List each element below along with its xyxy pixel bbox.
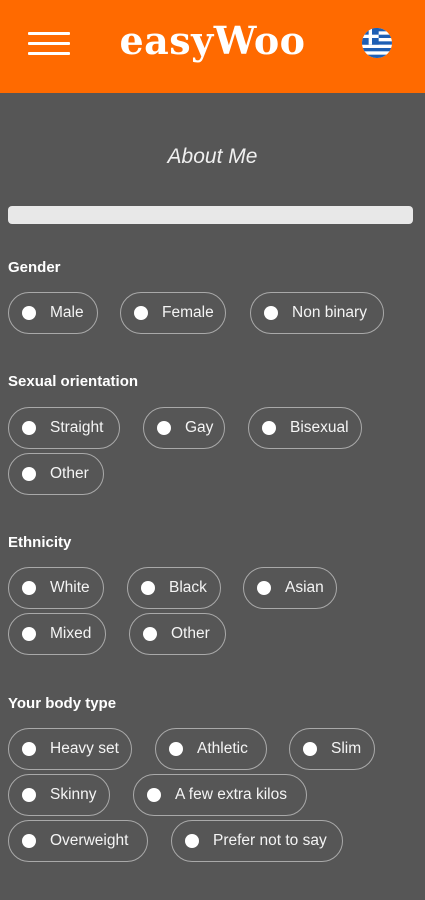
option-label: White	[50, 579, 90, 596]
radio-icon	[22, 742, 36, 756]
option-label: Non binary	[292, 304, 367, 321]
ethnicity-option-other[interactable]: Other	[129, 613, 226, 655]
option-label: Other	[50, 465, 89, 482]
option-label: Heavy set	[50, 740, 119, 757]
body-option-slim[interactable]: Slim	[289, 728, 375, 770]
radio-icon	[262, 421, 276, 435]
orientation-option-straight[interactable]: Straight	[8, 407, 120, 449]
gender-option-male[interactable]: Male	[8, 292, 98, 334]
option-label: Overweight	[50, 832, 129, 849]
radio-icon	[143, 627, 157, 641]
body-option-athletic[interactable]: Athletic	[155, 728, 267, 770]
option-label: A few extra kilos	[175, 786, 287, 803]
body-option-prefer-not-to-say[interactable]: Prefer not to say	[171, 820, 343, 862]
orientation-option-bisexual[interactable]: Bisexual	[248, 407, 362, 449]
radio-icon	[264, 306, 278, 320]
option-label: Slim	[331, 740, 362, 757]
option-label: Mixed	[50, 625, 92, 642]
radio-icon	[22, 421, 36, 435]
radio-icon	[134, 306, 148, 320]
ethnicity-label: Ethnicity	[8, 534, 72, 551]
ethnicity-option-mixed[interactable]: Mixed	[8, 613, 106, 655]
option-label: Gay	[185, 419, 214, 436]
radio-icon	[141, 581, 155, 595]
greek-flag-icon[interactable]	[362, 28, 392, 58]
radio-icon	[303, 742, 317, 756]
radio-icon	[257, 581, 271, 595]
option-label: Black	[169, 579, 207, 596]
option-label: Bisexual	[290, 419, 349, 436]
top-app-bar: easyWoo	[0, 0, 425, 93]
gender-option-non-binary[interactable]: Non binary	[250, 292, 384, 334]
body-option-skinny[interactable]: Skinny	[8, 774, 110, 816]
body-type-label: Your body type	[8, 695, 117, 712]
radio-icon	[22, 581, 36, 595]
body-option-heavy-set[interactable]: Heavy set	[8, 728, 132, 770]
option-label: Prefer not to say	[213, 832, 327, 849]
radio-icon	[22, 834, 36, 848]
radio-icon	[22, 467, 36, 481]
option-label: Athletic	[197, 740, 248, 757]
option-label: Female	[162, 304, 214, 321]
option-label: Straight	[50, 419, 104, 436]
radio-icon	[22, 306, 36, 320]
option-label: Other	[171, 625, 210, 642]
orientation-label: Sexual orientation	[8, 373, 139, 390]
radio-icon	[169, 742, 183, 756]
ethnicity-option-asian[interactable]: Asian	[243, 567, 337, 609]
radio-icon	[22, 788, 36, 802]
orientation-option-gay[interactable]: Gay	[143, 407, 225, 449]
gender-option-female[interactable]: Female	[120, 292, 226, 334]
body-option-a-few-extra-kilos[interactable]: A few extra kilos	[133, 774, 307, 816]
ethnicity-option-white[interactable]: White	[8, 567, 104, 609]
radio-icon	[185, 834, 199, 848]
option-label: Asian	[285, 579, 324, 596]
radio-icon	[157, 421, 171, 435]
gender-label: Gender	[8, 259, 61, 276]
progress-bar	[8, 206, 413, 224]
option-label: Skinny	[50, 786, 97, 803]
option-label: Male	[50, 304, 84, 321]
radio-icon	[147, 788, 161, 802]
page-title: About Me	[167, 145, 258, 168]
radio-icon	[22, 627, 36, 641]
body-option-overweight[interactable]: Overweight	[8, 820, 148, 862]
ethnicity-option-black[interactable]: Black	[127, 567, 221, 609]
orientation-option-other[interactable]: Other	[8, 453, 104, 495]
